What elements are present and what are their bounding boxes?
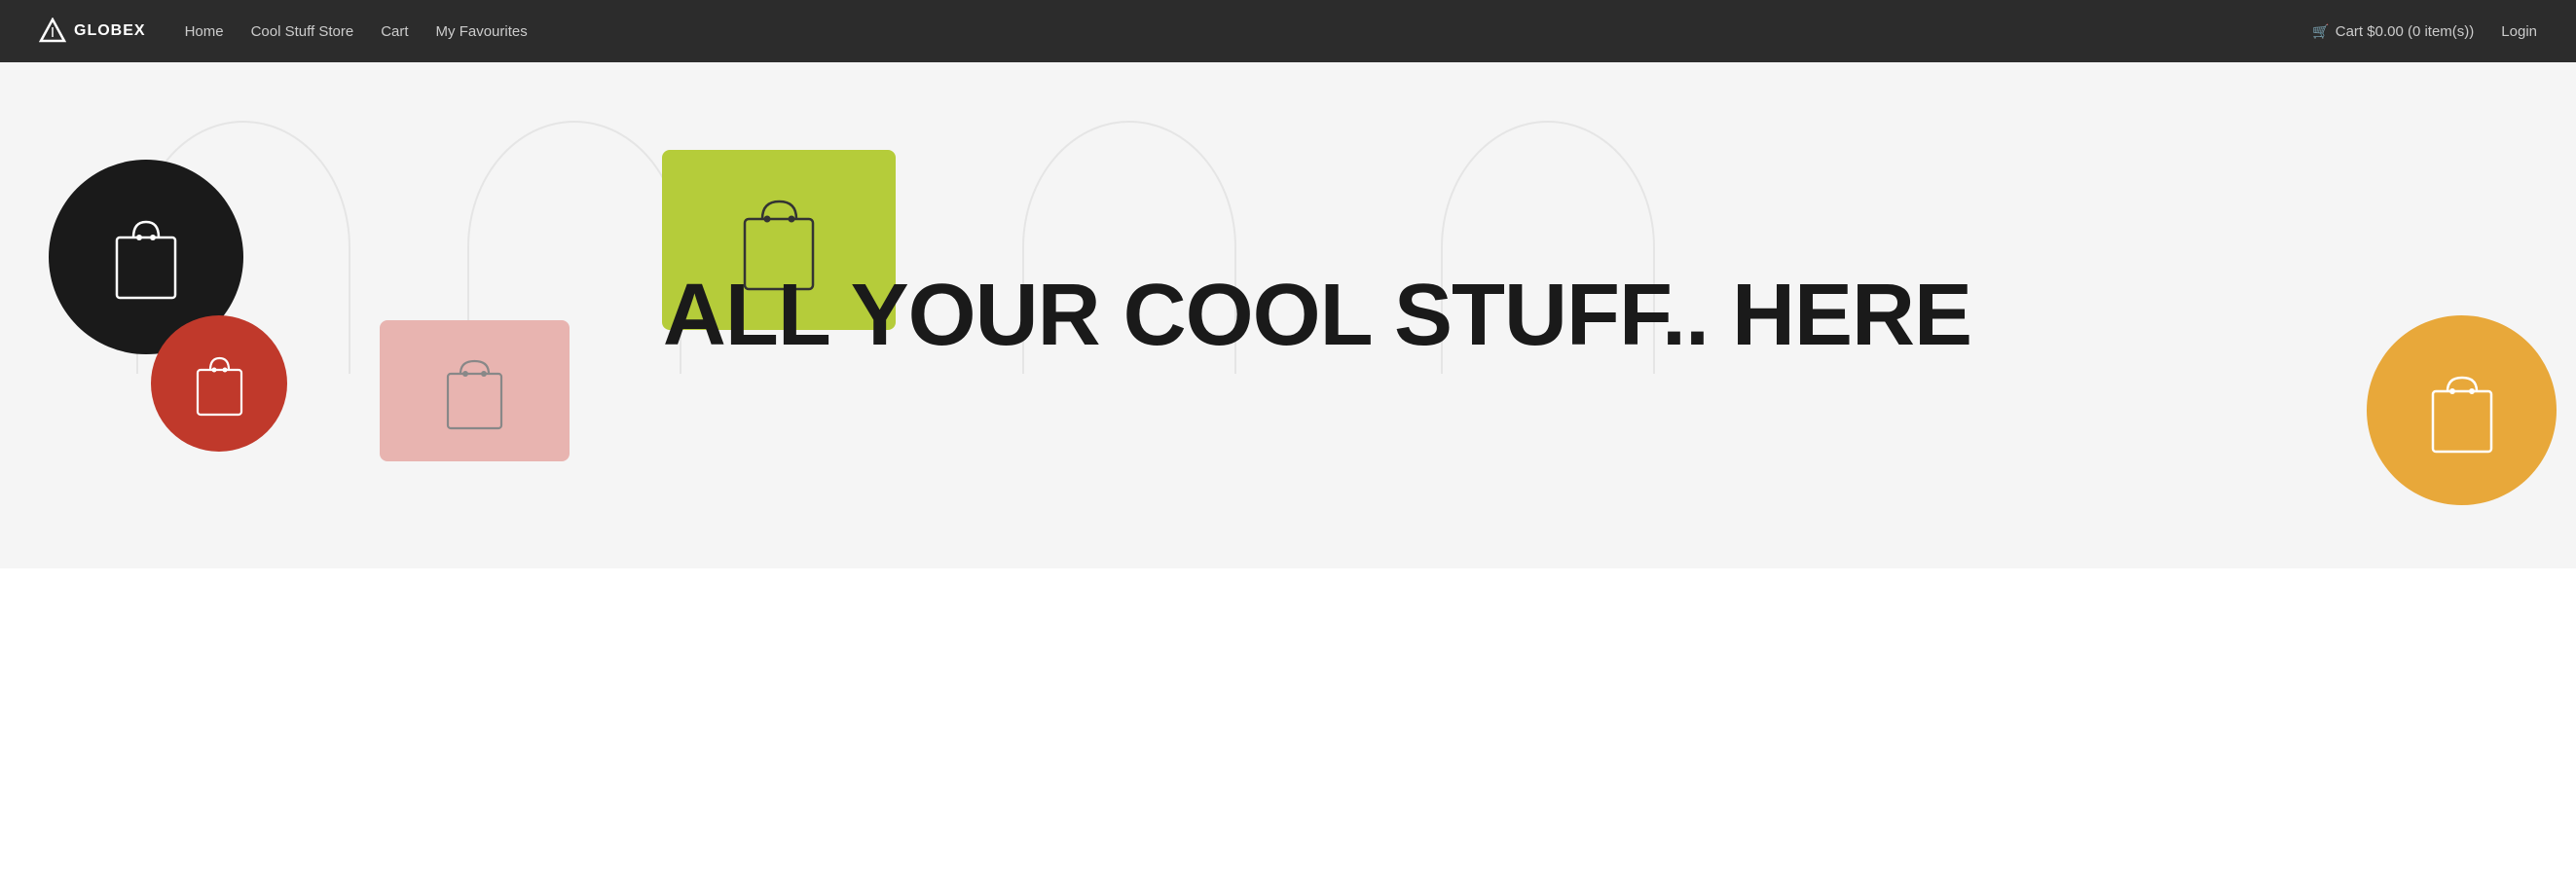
hero-headline: ALL YOUR COOL STUFF.. HERE xyxy=(253,270,2381,362)
nav-home[interactable]: Home xyxy=(185,23,224,40)
navbar-right: 🛒 Cart $0.00 (0 item(s)) Login xyxy=(2312,23,2537,40)
nav-cart[interactable]: Cart xyxy=(381,23,408,40)
globex-icon xyxy=(39,18,66,45)
bag-icon-pink xyxy=(438,349,511,432)
bag-icon-orange xyxy=(2418,362,2506,459)
nav-my-favourites[interactable]: My Favourites xyxy=(436,23,528,40)
cart-icon: 🛒 xyxy=(2312,23,2329,40)
cart-text: Cart $0.00 (0 item(s)) xyxy=(2336,23,2475,40)
cart-info[interactable]: 🛒 Cart $0.00 (0 item(s)) xyxy=(2312,23,2474,40)
bag-icon-black xyxy=(102,208,190,306)
login-link[interactable]: Login xyxy=(2501,23,2537,40)
hero-section: ALL YOUR COOL STUFF.. HERE xyxy=(0,62,2576,568)
nav-links: Home Cool Stuff Store Cart My Favourites xyxy=(185,23,528,40)
brand-logo[interactable]: GLOBEX xyxy=(39,18,146,45)
brand-name: GLOBEX xyxy=(74,22,146,40)
navbar-left: GLOBEX Home Cool Stuff Store Cart My Fav… xyxy=(39,18,528,45)
nav-cool-stuff-store[interactable]: Cool Stuff Store xyxy=(251,23,354,40)
navbar: GLOBEX Home Cool Stuff Store Cart My Fav… xyxy=(0,0,2576,62)
bag-icon-red xyxy=(188,348,251,419)
orange-circle-shape xyxy=(2367,315,2557,505)
